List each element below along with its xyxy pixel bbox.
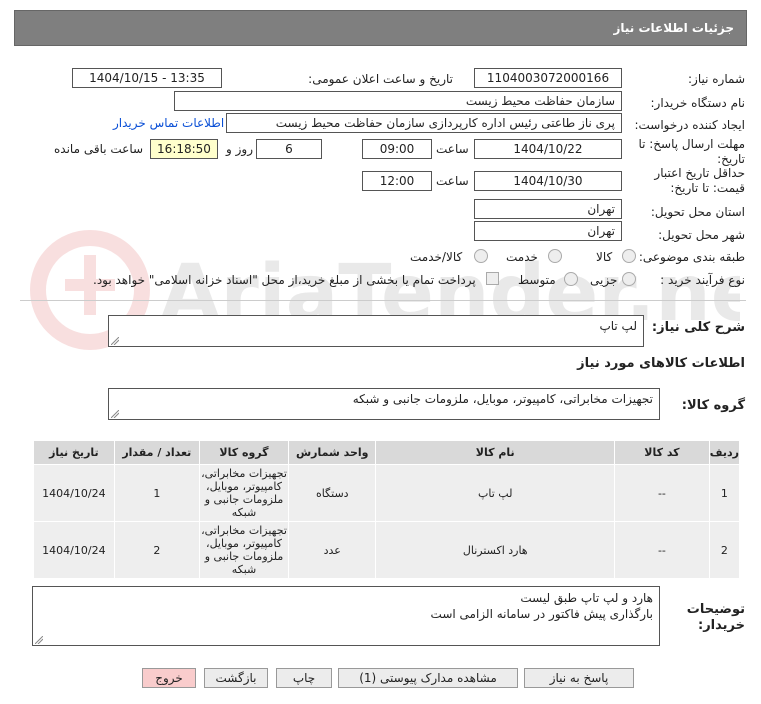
category-radio-goods[interactable]	[622, 249, 636, 263]
cell-name: لپ تاپ	[375, 464, 616, 522]
description-label: شرح کلی نیاز:	[651, 320, 745, 335]
resize-grip-icon[interactable]	[111, 337, 119, 345]
cell-group: تجهیزات مخابراتی، کامپیوتر، موبایل، ملزو…	[198, 521, 290, 579]
process-option-medium: متوسط	[518, 273, 556, 287]
need-number-label: شماره نیاز:	[688, 72, 745, 86]
creator-label: ایجاد کننده درخواست:	[634, 118, 745, 132]
process-label: نوع فرآیند خرید :	[660, 273, 745, 287]
goods-section-title: اطلاعات کالاهای مورد نیاز	[577, 356, 745, 371]
view-attachments-button[interactable]: مشاهده مدارک پیوستی (1)	[338, 668, 518, 688]
process-radio-minor[interactable]	[622, 272, 636, 286]
resize-grip-icon[interactable]	[35, 636, 43, 644]
buyer-label: نام دستگاه خریدار:	[650, 96, 746, 110]
cell-code: --	[614, 464, 710, 522]
deadline-time-word: ساعت	[436, 142, 469, 156]
back-button[interactable]: بازگشت	[204, 668, 268, 688]
remaining-time-field: 16:18:50	[150, 139, 218, 159]
province-label: استان محل تحویل:	[650, 205, 745, 219]
remaining-word: ساعت باقی مانده	[54, 142, 144, 156]
col-date: تاریخ نیاز	[33, 440, 115, 465]
table-row: 1 -- لپ تاپ دستگاه تجهیزات مخابراتی، کام…	[33, 464, 741, 522]
cell-code: --	[614, 521, 710, 579]
category-option-service: خدمت	[506, 250, 538, 264]
announce-label: تاریخ و ساعت اعلان عمومی:	[308, 72, 453, 86]
cell-unit: عدد	[288, 521, 377, 579]
col-code: کد کالا	[614, 440, 710, 465]
category-radio-goods-service[interactable]	[474, 249, 488, 263]
validity-date-field: 1404/10/30	[474, 171, 622, 191]
page-title: جزئیات اطلاعات نیاز	[613, 21, 734, 35]
print-button[interactable]: چاپ	[276, 668, 332, 688]
buyer-notes-line-1: هارد و لپ تاپ طبق لیست	[520, 591, 653, 605]
exit-button[interactable]: خروج	[142, 668, 196, 688]
validity-label: حداقل تاریخ اعتبار قیمت: تا تاریخ:	[654, 166, 745, 195]
goods-group-textarea[interactable]: تجهیزات مخابراتی، کامپیوتر، موبایل، ملزو…	[108, 388, 660, 420]
city-field: تهران	[474, 221, 622, 241]
deadline-label: مهلت ارسال پاسخ: تا تاریخ:	[638, 137, 745, 166]
col-row: ردیف	[708, 440, 741, 465]
category-radio-service[interactable]	[548, 249, 562, 263]
cell-group: تجهیزات مخابراتی، کامپیوتر، موبایل، ملزو…	[198, 464, 290, 522]
cell-unit: دستگاه	[288, 464, 377, 522]
category-label: طبقه بندی موضوعی:	[638, 250, 745, 264]
reply-button[interactable]: پاسخ به نیاز	[524, 668, 634, 688]
validity-time-word: ساعت	[436, 174, 469, 188]
col-unit: واحد شمارش	[288, 440, 377, 465]
province-field: تهران	[474, 199, 622, 219]
cell-date: 1404/10/24	[33, 464, 115, 522]
buyer-contact-link[interactable]: اطلاعات تماس خریدار	[113, 116, 224, 130]
category-option-goods: کالا	[596, 250, 613, 264]
header-bar: جزئیات اطلاعات نیاز	[14, 10, 747, 46]
cell-date: 1404/10/24	[33, 521, 115, 579]
table-row: 2 -- هارد اکسترنال عدد تجهیزات مخابراتی،…	[33, 521, 741, 579]
need-number-field: 1104003072000166	[474, 68, 622, 88]
resize-grip-icon[interactable]	[111, 410, 119, 418]
treasury-payment-note: پرداخت تمام یا بخشی از مبلغ خرید،از محل …	[93, 273, 476, 287]
col-qty: تعداد / مقدار	[113, 440, 200, 465]
days-word: روز و	[226, 142, 253, 156]
announce-field: 1404/10/15 - 13:35	[72, 68, 222, 88]
buyer-notes-label: توضیحات خریدار:	[686, 602, 745, 633]
col-name: نام کالا	[375, 440, 616, 465]
divider	[20, 300, 746, 301]
days-remaining-field: 6	[256, 139, 322, 159]
category-option-goods-service: کالا/خدمت	[410, 250, 463, 264]
description-textarea[interactable]: لپ تاپ	[108, 315, 644, 347]
cell-qty: 1	[113, 464, 200, 522]
buyer-notes-textarea[interactable]: هارد و لپ تاپ طبق لیست بارگذاری پیش فاکت…	[32, 586, 660, 646]
goods-group-label: گروه کالا:	[681, 398, 745, 413]
cell-row: 2	[708, 521, 741, 579]
cell-qty: 2	[113, 521, 200, 579]
treasury-payment-checkbox[interactable]	[486, 272, 499, 285]
creator-field: پری ناز طاعتی رئیس اداره کارپردازی سازما…	[226, 113, 622, 133]
buyer-field: سازمان حفاظت محیط زیست	[174, 91, 622, 111]
cell-name: هارد اکسترنال	[375, 521, 616, 579]
table-header-row: ردیف کد کالا نام کالا واحد شمارش گروه کا…	[33, 440, 741, 465]
deadline-date-field: 1404/10/22	[474, 139, 622, 159]
col-group: گروه کالا	[198, 440, 290, 465]
cell-row: 1	[708, 464, 741, 522]
process-radio-medium[interactable]	[564, 272, 578, 286]
goods-group-text: تجهیزات مخابراتی، کامپیوتر، موبایل، ملزو…	[352, 392, 653, 406]
description-text: لپ تاپ	[599, 319, 637, 333]
deadline-time-field: 09:00	[362, 139, 432, 159]
items-table: ردیف کد کالا نام کالا واحد شمارش گروه کا…	[33, 440, 741, 579]
city-label: شهر محل تحویل:	[658, 228, 745, 242]
buyer-notes-line-2: بارگذاری پیش فاکتور در سامانه الزامی است	[430, 607, 653, 621]
process-option-minor: جزیی	[590, 273, 618, 287]
validity-time-field: 12:00	[362, 171, 432, 191]
